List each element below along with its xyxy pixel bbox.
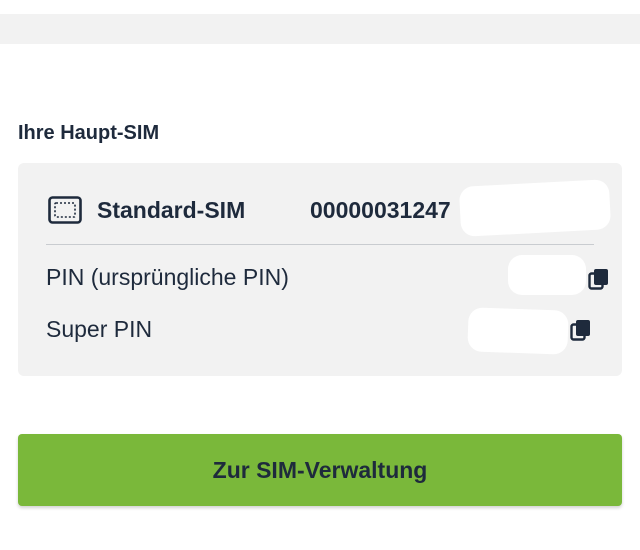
sim-card-icon: [48, 196, 82, 224]
super-pin-label: Super PIN: [46, 316, 153, 342]
top-strip: [0, 14, 640, 44]
sim-card: Standard-SIM 00000031247 PIN (ursprüngli…: [18, 163, 622, 376]
sim-type: Standard-SIM: [97, 197, 246, 223]
redaction-mask: [467, 307, 569, 355]
manage-sim-button[interactable]: Zur SIM-Verwaltung: [18, 434, 622, 506]
divider: [46, 244, 594, 245]
copy-super-pin-icon[interactable]: [568, 317, 594, 343]
section-heading: Ihre Haupt-SIM: [18, 122, 160, 144]
pin-label: PIN (ursprüngliche PIN): [46, 264, 289, 290]
copy-pin-icon[interactable]: [586, 266, 612, 292]
redaction-mask: [458, 179, 612, 237]
redaction-mask: [508, 255, 586, 295]
sim-number: 00000031247: [310, 197, 451, 223]
